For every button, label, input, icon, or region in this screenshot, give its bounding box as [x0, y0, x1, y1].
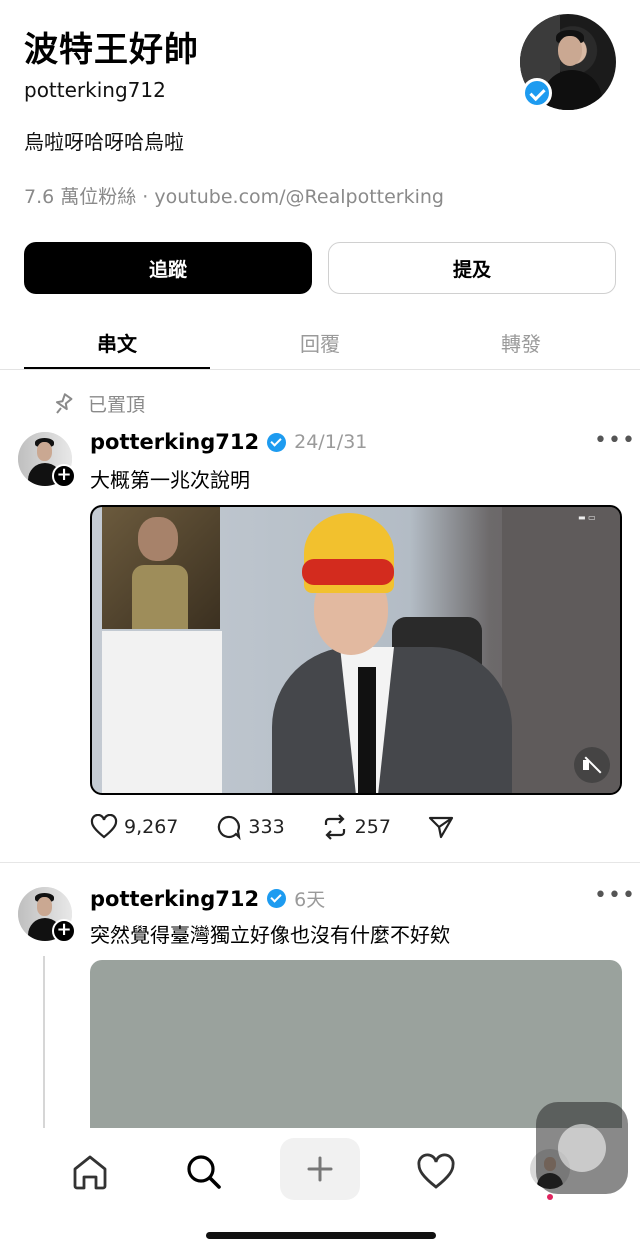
- mention-button[interactable]: 提及: [328, 242, 616, 294]
- like-button[interactable]: 9,267: [90, 814, 178, 840]
- post-time: 6天: [294, 889, 326, 911]
- post-text: 突然覺得臺灣獨立好像也沒有什麼不好欸: [90, 923, 450, 947]
- thread-line: [43, 956, 45, 1128]
- verified-icon: [267, 889, 287, 908]
- pin-icon: [55, 392, 73, 414]
- pinned-indicator: 已置頂: [52, 390, 145, 417]
- heart-icon: [417, 1153, 455, 1189]
- nav-create-button[interactable]: [280, 1138, 360, 1200]
- plus-icon: [307, 1156, 333, 1182]
- heart-icon: [90, 814, 118, 839]
- repost-button[interactable]: 257: [321, 814, 391, 840]
- tab-replies[interactable]: 回覆: [227, 328, 413, 357]
- notification-dot: [547, 1194, 553, 1200]
- profile-display-name: 波特王好帥: [24, 30, 199, 70]
- tab-reposts[interactable]: 轉發: [428, 328, 614, 357]
- like-count: 9,267: [124, 816, 179, 838]
- profile-tabs: 串文 回覆 轉發: [0, 320, 640, 370]
- search-icon: [187, 1155, 221, 1189]
- more-dots-icon[interactable]: •••: [594, 428, 636, 453]
- share-button[interactable]: [427, 814, 461, 840]
- mute-icon[interactable]: [574, 747, 610, 783]
- post-username[interactable]: potterking712: [90, 430, 259, 454]
- nav-activity[interactable]: [396, 1142, 476, 1202]
- post-time: 24/1/31: [294, 431, 368, 453]
- repost-icon: [324, 814, 345, 840]
- reply-count: 333: [248, 816, 285, 838]
- pinned-label: 已置頂: [88, 394, 146, 416]
- send-icon: [428, 816, 454, 839]
- post-media[interactable]: [90, 960, 622, 1130]
- post-text: 大概第一兆次說明: [90, 468, 250, 492]
- more-dots-icon[interactable]: •••: [594, 883, 636, 908]
- active-tab-underline: [24, 367, 210, 369]
- post-header: potterking712 24/1/31: [90, 430, 367, 454]
- assistive-touch-button[interactable]: [536, 1102, 628, 1194]
- follow-button[interactable]: 追蹤: [24, 242, 312, 294]
- follow-plus-icon[interactable]: +: [52, 464, 76, 488]
- post-video[interactable]: ▬ ▭: [90, 505, 622, 795]
- home-indicator[interactable]: [206, 1232, 436, 1239]
- nav-home[interactable]: [50, 1142, 130, 1202]
- video-controls-icon[interactable]: ▬ ▭: [578, 513, 596, 522]
- post-username[interactable]: potterking712: [90, 887, 259, 911]
- profile-bio: 烏啦呀哈呀哈烏啦: [24, 130, 184, 154]
- reply-button[interactable]: 333: [214, 814, 285, 840]
- nav-search[interactable]: [164, 1142, 244, 1202]
- follow-plus-icon[interactable]: +: [52, 919, 76, 943]
- verified-icon: [267, 432, 287, 452]
- post-divider: [0, 862, 640, 863]
- tab-threads[interactable]: 串文: [24, 328, 210, 357]
- home-icon: [73, 1155, 107, 1190]
- post-actions: 9,267 333 257: [90, 814, 497, 840]
- comment-icon: [218, 815, 242, 840]
- repost-count: 257: [354, 816, 391, 838]
- verified-badge-icon: [522, 78, 552, 108]
- profile-username: potterking712: [24, 78, 166, 102]
- profile-followers-and-link[interactable]: 7.6 萬位粉絲 · youtube.com/@Realpotterking: [24, 182, 444, 209]
- post-header: potterking712 6天: [90, 885, 325, 912]
